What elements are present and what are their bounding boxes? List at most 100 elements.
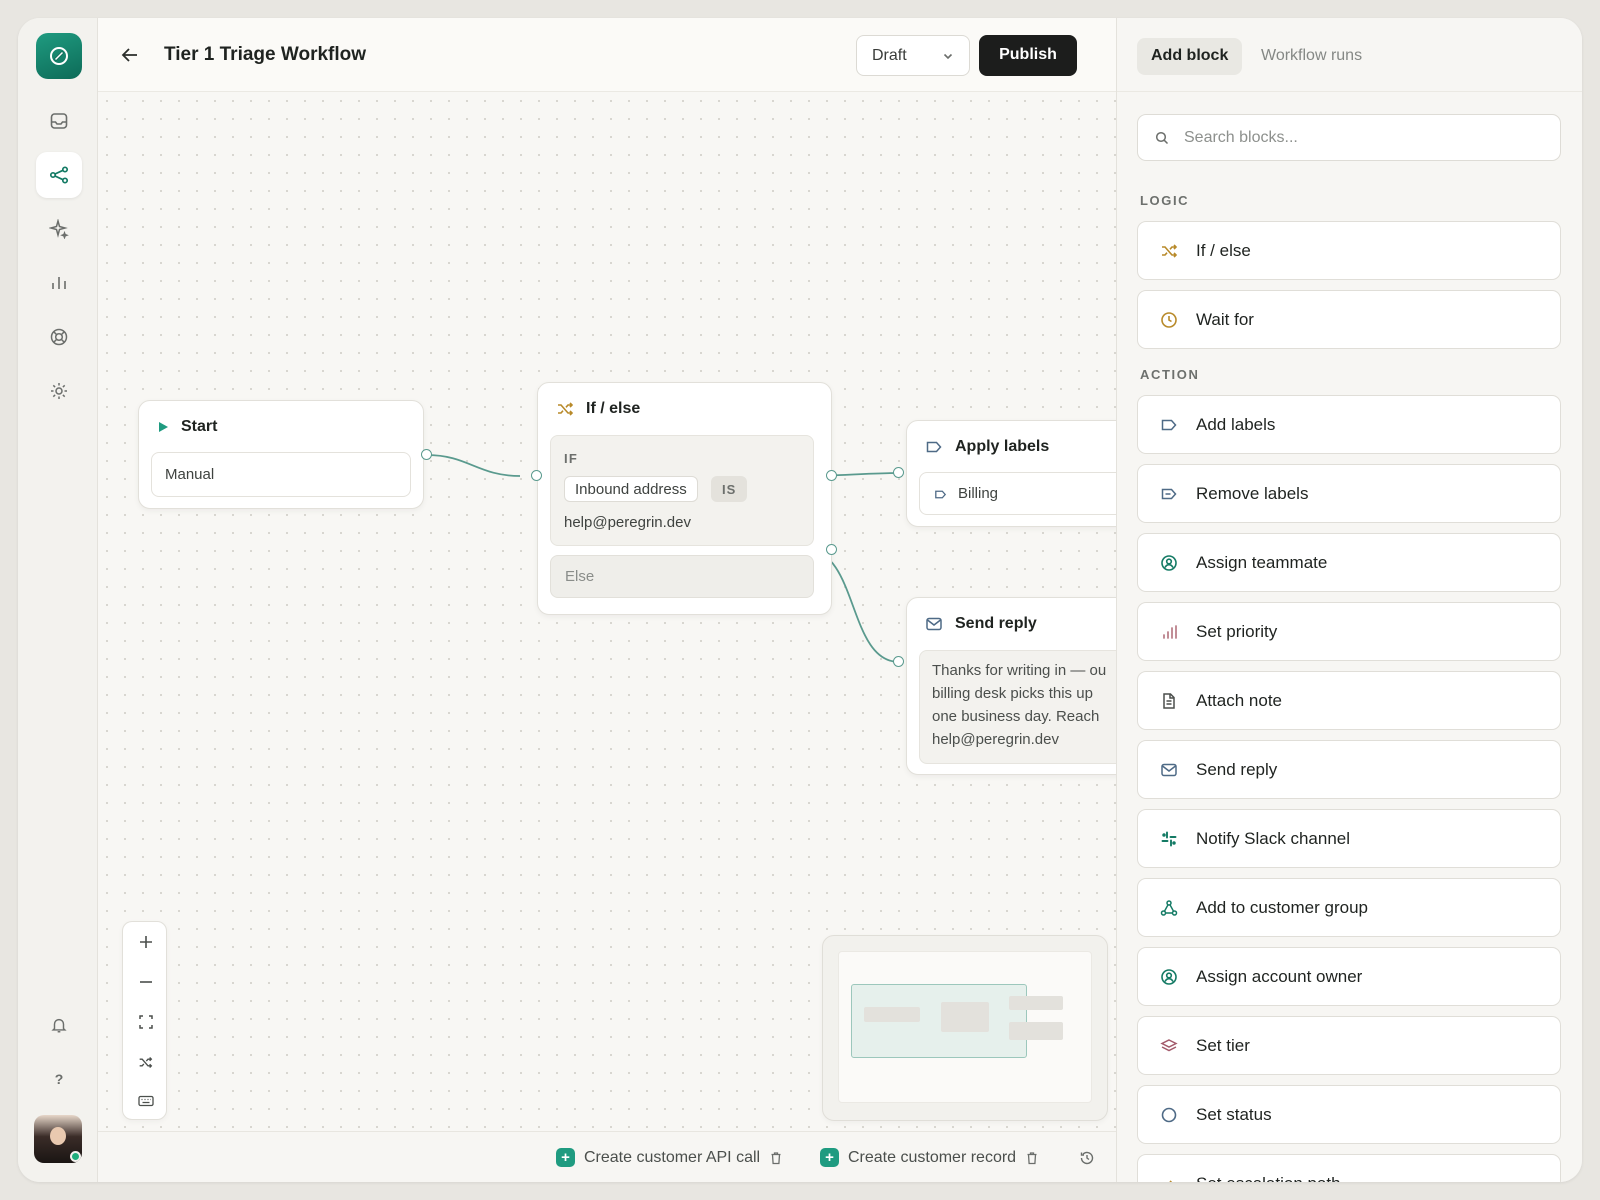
ifelse-node-title: If / else [586,400,641,417]
tab-add-block[interactable]: Add block [1137,38,1243,75]
plus-icon: + [820,1148,839,1167]
block-label: Set escalation path [1196,1174,1341,1183]
block-notify-slack[interactable]: Notify Slack channel [1137,809,1561,868]
label-chip-billing[interactable]: Billing [919,472,1116,515]
block-wait-for[interactable]: Wait for [1137,290,1561,349]
tab-workflow-runs[interactable]: Workflow runs [1261,47,1362,65]
tag-icon [1158,414,1180,436]
block-label: Add labels [1196,414,1276,434]
reply-line: billing desk picks this up [932,685,1093,702]
labels-input-port[interactable] [893,467,904,478]
avatar[interactable] [34,1115,82,1163]
apply-labels-node[interactable]: Apply labels Billing [906,420,1116,527]
block-if-else[interactable]: If / else [1137,221,1561,280]
block-remove-labels[interactable]: Remove labels [1137,464,1561,523]
footer-item-label: Create customer API call [584,1148,761,1166]
layers-icon [1158,1035,1180,1057]
sparkle-icon[interactable] [36,206,82,252]
minimap-node [1009,996,1063,1010]
condition-operator-chip[interactable]: IS [711,476,748,502]
block-attach-note[interactable]: Attach note [1137,671,1561,730]
search-icon [1155,131,1169,145]
auto-layout-icon[interactable] [123,1042,168,1082]
start-node-title: Start [181,418,218,435]
condition-field-chip[interactable]: Inbound address [564,476,698,502]
status-select[interactable]: Draft [856,35,970,76]
footer-item-api-call[interactable]: + Create customer API call [556,1148,783,1167]
label-name: Billing [958,485,999,502]
ifelse-input-port[interactable] [531,470,542,481]
footer-item-label: Create customer record [848,1148,1017,1166]
else-output-port[interactable] [826,544,837,555]
block-add-to-customer-group[interactable]: Add to customer group [1137,878,1561,937]
group-icon [1158,897,1180,919]
zoom-out-icon[interactable] [123,962,168,1002]
apply-labels-title: Apply labels [955,438,1050,455]
zoom-in-icon[interactable] [123,922,168,962]
minimap-frame [838,951,1092,1103]
workflow-canvas[interactable]: Start Manual If / else IF Inbound addres… [98,92,1116,1148]
block-add-labels[interactable]: Add labels [1137,395,1561,454]
shuffle-icon [1158,240,1180,262]
tag-icon [926,441,942,453]
edge-start-to-ifelse [426,454,521,477]
fit-view-icon[interactable] [123,1002,168,1042]
workflow-title: Tier 1 Triage Workflow [164,44,367,65]
reply-input-port[interactable] [893,656,904,667]
tag-icon [935,490,947,499]
online-status-dot [70,1151,81,1162]
status-select-value: Draft [872,47,907,64]
start-output-port[interactable] [421,449,432,460]
minimap[interactable] [822,935,1108,1121]
mail-icon [1158,759,1180,781]
send-reply-node[interactable]: Send reply Thanks for writing in — ou bi… [906,597,1116,775]
section-action-heading: ACTION [1140,367,1200,382]
start-node[interactable]: Start Manual [138,400,424,509]
block-label: Set priority [1196,621,1278,641]
analytics-icon[interactable] [36,260,82,306]
slack-icon [1158,828,1180,850]
block-set-priority[interactable]: Set priority [1137,602,1561,661]
block-label: Add to customer group [1196,897,1368,917]
minimap-node [864,1007,920,1022]
search-placeholder: Search blocks... [1184,129,1298,146]
question-icon[interactable]: ? [36,1056,82,1102]
ifelse-node[interactable]: If / else IF Inbound address IS help@per… [537,382,832,615]
reply-message-preview[interactable]: Thanks for writing in — ou billing desk … [919,650,1116,764]
publish-button[interactable]: Publish [979,35,1077,76]
block-assign-teammate[interactable]: Assign teammate [1137,533,1561,592]
block-set-escalation-path[interactable]: Set escalation path [1137,1154,1561,1182]
trigger-field[interactable]: Manual [151,452,411,497]
keyboard-icon[interactable] [123,1081,168,1121]
inbox-icon[interactable] [36,98,82,144]
bell-icon[interactable] [36,1002,82,1048]
canvas-controls [122,921,167,1120]
plus-icon: + [556,1148,575,1167]
trash-icon[interactable] [1025,1151,1039,1165]
left-rail: ? [18,18,98,1182]
block-send-reply[interactable]: Send reply [1137,740,1561,799]
settings-icon[interactable] [36,368,82,414]
trash-icon[interactable] [769,1151,783,1165]
send-reply-title: Send reply [955,615,1037,632]
block-set-status[interactable]: Set status [1137,1085,1561,1144]
footer-item-customer-record[interactable]: + Create customer record [820,1148,1039,1167]
help-center-icon[interactable] [36,314,82,360]
bars-icon [1158,621,1180,643]
section-logic-heading: LOGIC [1140,193,1190,208]
block-set-tier[interactable]: Set tier [1137,1016,1561,1075]
block-label: Notify Slack channel [1196,828,1351,848]
app-window: ? Tier 1 Triage Workflow Draft Publish S… [18,18,1582,1182]
back-arrow-icon[interactable] [118,43,142,67]
workflows-icon[interactable] [36,152,82,198]
if-output-port[interactable] [826,470,837,481]
if-condition[interactable]: IF Inbound address IS help@peregrin.dev [550,435,814,546]
block-label: Assign teammate [1196,552,1328,572]
app-logo[interactable] [36,33,82,79]
history-icon[interactable] [1079,1150,1095,1166]
else-branch[interactable]: Else [550,555,814,598]
block-assign-account-owner[interactable]: Assign account owner [1137,947,1561,1006]
minimap-node [1009,1022,1063,1040]
search-blocks-input[interactable]: Search blocks... [1137,114,1561,161]
block-label: Remove labels [1196,483,1309,503]
